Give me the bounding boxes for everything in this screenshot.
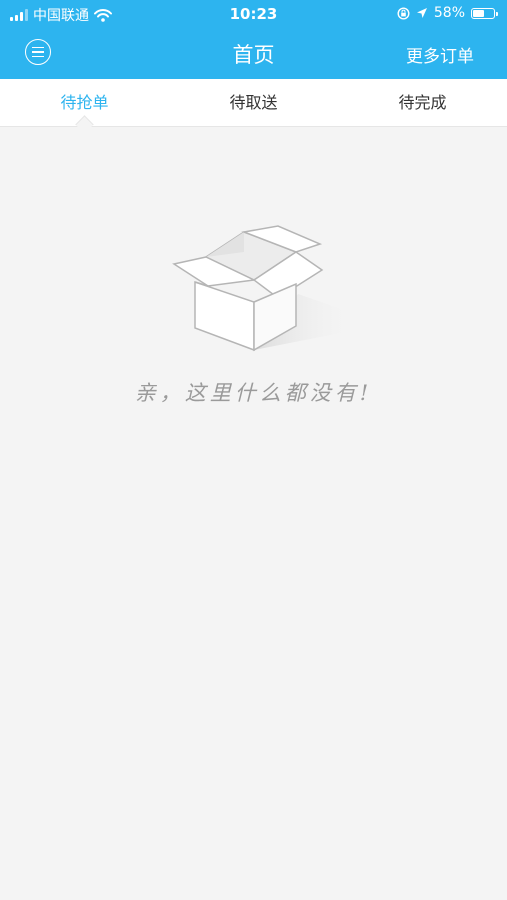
more-orders-button[interactable]: 更多订单: [406, 42, 474, 67]
empty-message: 亲，这里什么都没有!: [134, 381, 373, 405]
tab-pending-pickup[interactable]: 待取送: [169, 79, 338, 126]
battery-icon: [471, 7, 498, 19]
orientation-lock-icon: [397, 6, 410, 20]
navbar: 首页 更多订单: [0, 28, 507, 79]
status-bar: 中国联通 10:23 58%: [0, 0, 507, 28]
location-icon: [416, 8, 427, 18]
top-bar: 中国联通 10:23 58% 首页 更多订单: [0, 0, 507, 79]
tab-pending-complete[interactable]: 待完成: [338, 79, 507, 126]
status-bar-right: 58%: [397, 5, 498, 21]
order-tabs: 待抢单 待取送 待完成: [0, 79, 507, 127]
battery-level: [473, 9, 485, 17]
empty-box-icon: [172, 225, 356, 352]
battery-percent: 58%: [433, 5, 465, 21]
